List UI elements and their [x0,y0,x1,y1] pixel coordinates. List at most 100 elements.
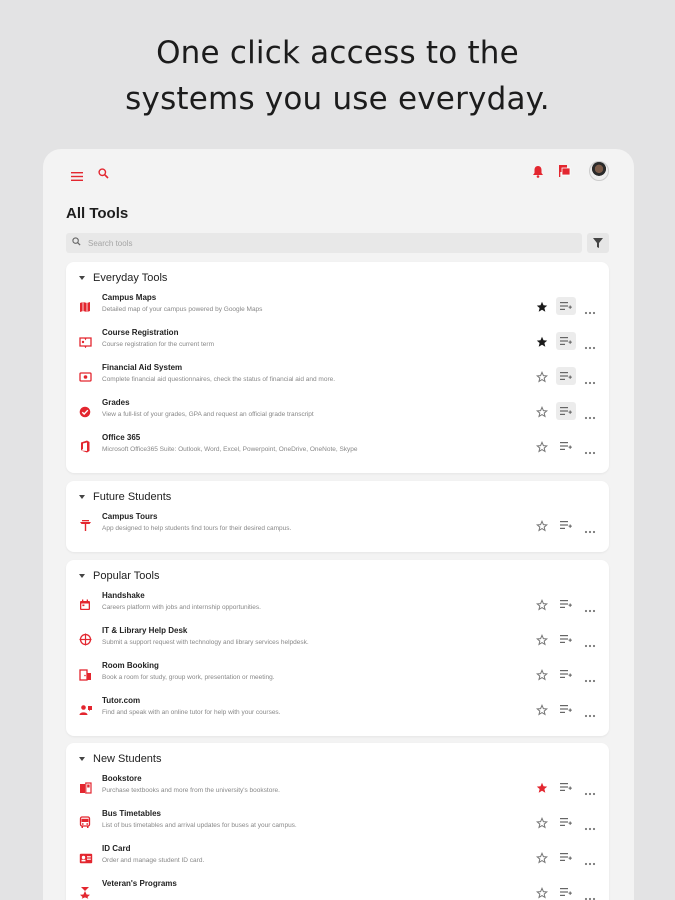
section-future-students: Future Students Campus Tours App designed … [66,481,609,552]
id-card-icon [79,851,93,865]
favorite-star-icon[interactable] [535,816,549,829]
hamburger-menu-icon[interactable] [71,168,83,186]
tool-name: Campus Maps [102,293,157,302]
tool-row[interactable]: Course Registration Course registration f… [66,324,609,359]
favorite-star-icon[interactable] [535,633,549,646]
favorite-star-icon[interactable] [536,781,548,793]
tool-row[interactable]: Tutor.com Find and speak with an online t… [66,692,609,727]
tool-name: Tutor.com [102,696,141,705]
filter-button[interactable] [587,233,609,253]
tool-description: Purchase textbooks and more from the uni… [102,787,280,794]
favorite-star-icon[interactable] [536,300,548,312]
more-options-icon[interactable] [584,635,596,648]
search-input[interactable] [88,235,568,251]
tutor-icon [79,703,93,717]
tool-row[interactable]: Office 365 Microsoft Office365 Suite: Out… [66,429,609,464]
tool-row[interactable]: Bookstore Purchase textbooks and more fro… [66,770,609,805]
tool-name: ID Card [102,844,131,853]
favorite-star-icon[interactable] [535,851,549,864]
tool-row[interactable]: Room Booking Book a room for study, group… [66,657,609,692]
tool-row[interactable]: Financial Aid System Complete financial a… [66,359,609,394]
add-to-list-icon[interactable] [556,665,576,683]
favorite-star-icon[interactable] [535,668,549,681]
tour-icon [79,519,93,533]
filter-icon [593,238,603,248]
add-to-list-icon[interactable] [556,595,576,613]
add-to-list-icon[interactable] [556,367,576,385]
add-to-list-icon[interactable] [556,332,576,350]
search-bar[interactable] [66,233,582,253]
collapse-caret-icon[interactable] [79,495,85,499]
more-options-icon[interactable] [584,442,596,455]
top-bar [43,161,634,187]
tool-description: Order and manage student ID card. [102,857,205,864]
bus-icon [79,816,93,830]
favorite-star-icon[interactable] [536,335,548,347]
user-avatar[interactable] [589,161,609,181]
notification-bell-icon[interactable] [532,165,544,183]
favorite-star-icon[interactable] [535,703,549,716]
app-window: All Tools Everyday Tools Campus Maps Detai… [43,149,634,900]
messages-flag-icon[interactable] [558,164,571,183]
add-to-list-icon[interactable] [556,883,576,900]
add-to-list-icon[interactable] [556,402,576,420]
tool-description: Detailed map of your campus powered by G… [102,306,263,313]
collapse-caret-icon[interactable] [79,757,85,761]
tool-description: Find and speak with an online tutor for … [102,709,281,716]
tool-row[interactable]: Handshake Careers platform with jobs and … [66,587,609,622]
add-to-list-icon[interactable] [556,778,576,796]
more-options-icon[interactable] [584,600,596,613]
more-options-icon[interactable] [584,372,596,385]
more-options-icon[interactable] [584,521,596,534]
search-icon[interactable] [98,166,109,184]
favorite-star-icon[interactable] [535,370,549,383]
favorite-star-icon[interactable] [535,440,549,453]
helpdesk-icon [79,633,93,647]
more-options-icon[interactable] [584,302,596,315]
tool-row[interactable]: IT & Library Help Desk Submit a support r… [66,622,609,657]
favorite-star-icon[interactable] [535,405,549,418]
tool-name: Campus Tours [102,512,158,521]
section-title: Popular Tools [93,570,160,582]
tool-name: IT & Library Help Desk [102,626,188,635]
collapse-caret-icon[interactable] [79,574,85,578]
tool-name: Grades [102,398,130,407]
tool-description: Complete financial aid questionnaires, c… [102,376,336,383]
section-everyday-tools: Everyday Tools Campus Maps Detailed map of… [66,262,609,473]
tool-row[interactable]: Campus Maps Detailed map of your campus p… [66,289,609,324]
add-to-list-icon[interactable] [556,848,576,866]
tool-description: Course registration for the current term [102,341,214,348]
tool-description: View a full-list of your grades, GPA and… [102,411,314,418]
tool-row[interactable]: Grades View a full-list of your grades, G… [66,394,609,429]
favorite-star-icon[interactable] [535,886,549,899]
tool-name: Financial Aid System [102,363,183,372]
more-options-icon[interactable] [584,853,596,866]
add-to-list-icon[interactable] [556,813,576,831]
section-title: New Students [93,753,162,765]
add-to-list-icon[interactable] [556,516,576,534]
more-options-icon[interactable] [584,407,596,420]
tool-row[interactable]: ID Card Order and manage student ID card. [66,840,609,875]
veteran-icon [79,886,93,900]
add-to-list-icon[interactable] [556,630,576,648]
tool-row[interactable]: Bus Timetables List of bus timetables and… [66,805,609,840]
tool-name: Handshake [102,591,145,600]
more-options-icon[interactable] [584,670,596,683]
more-options-icon[interactable] [584,705,596,718]
more-options-icon[interactable] [584,337,596,350]
tool-description: Submit a support request with technology… [102,639,309,646]
add-to-list-icon[interactable] [556,437,576,455]
more-options-icon[interactable] [584,888,596,900]
collapse-caret-icon[interactable] [79,276,85,280]
add-to-list-icon[interactable] [556,700,576,718]
tool-row[interactable]: Veteran's Programs [66,875,609,900]
favorite-star-icon[interactable] [535,598,549,611]
favorite-star-icon[interactable] [535,519,549,532]
more-options-icon[interactable] [584,783,596,796]
tool-name: Bookstore [102,774,142,783]
tool-row[interactable]: Campus Tours App designed to help student… [66,508,609,543]
more-options-icon[interactable] [584,818,596,831]
headline: One click access to the systems you use … [0,30,675,122]
section-title: Everyday Tools [93,272,168,284]
add-to-list-icon[interactable] [556,297,576,315]
